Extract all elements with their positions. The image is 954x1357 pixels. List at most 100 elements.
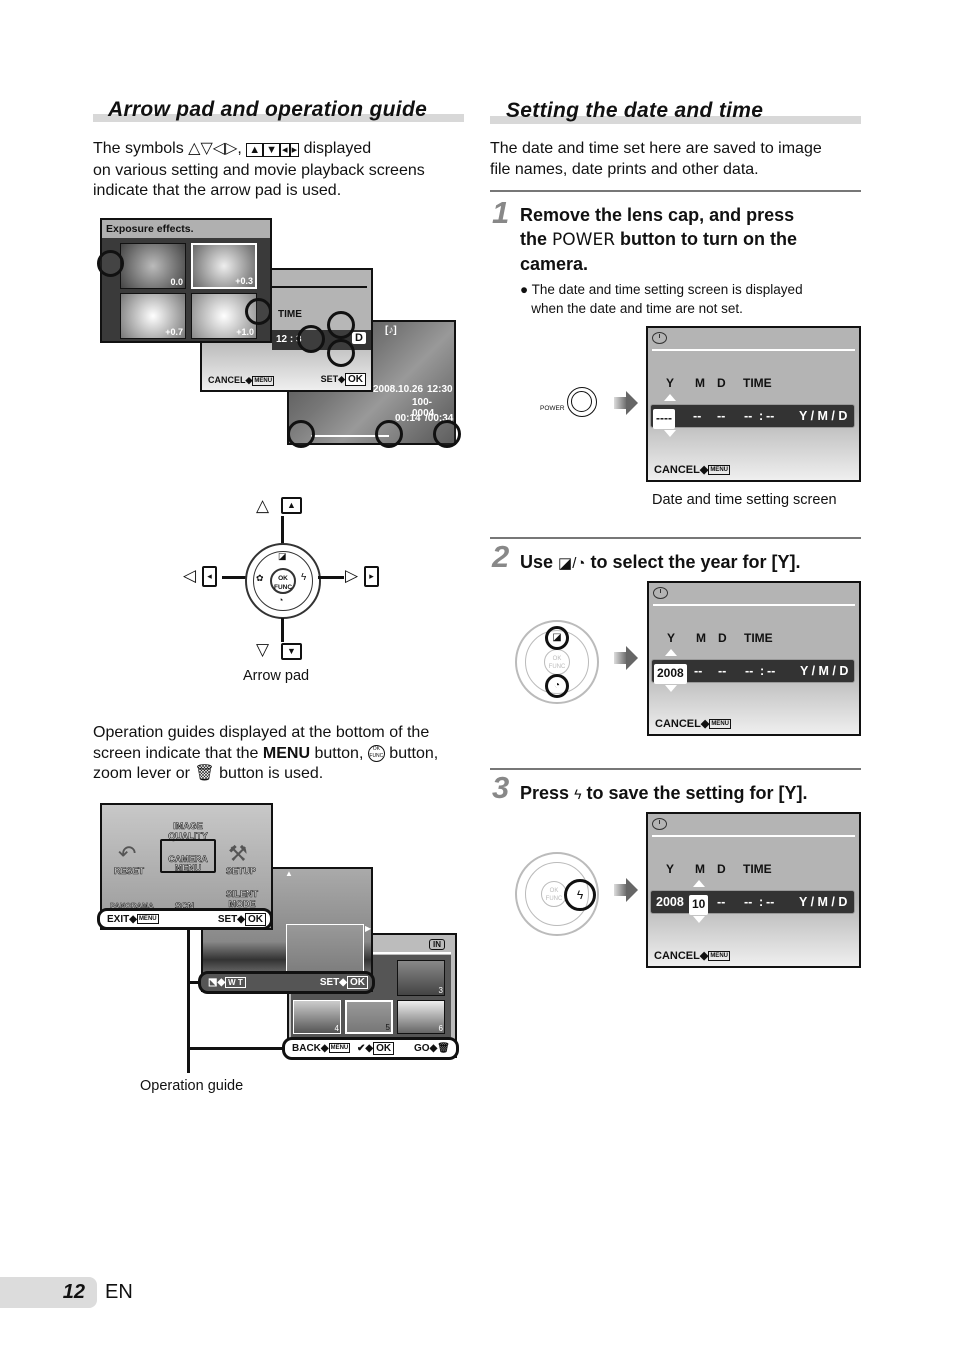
day-field[interactable]: -- xyxy=(718,664,726,678)
right-key-highlight[interactable]: ϟ xyxy=(564,879,596,911)
internal-memory-icon: IN xyxy=(429,939,445,950)
boxed-up-key-icon: ▲ xyxy=(281,497,302,514)
boxed-arrow-left-icon: ◂ xyxy=(280,143,290,157)
boxed-arrow-down-icon: ▼ xyxy=(263,143,281,157)
date-format[interactable]: Y / M / D xyxy=(800,664,848,678)
menu-item-silent-mode[interactable]: SILENT MODE xyxy=(224,889,260,910)
outline-down-icon: ▽ xyxy=(256,640,270,659)
arrow-pad-intro: The symbols △▽◁▷, ▲ ▼ ◂ ▸ displayed on vari… xyxy=(93,140,425,199)
minute-field[interactable]: -- xyxy=(767,664,775,678)
date-time-intro: The date and time set here are saved to … xyxy=(490,140,822,178)
date-format[interactable]: Y / M / D xyxy=(799,895,847,909)
boxed-down-key-icon: ▼ xyxy=(281,643,302,660)
operation-guide-caption: Operation guide xyxy=(140,1078,244,1094)
left-arrow-highlight[interactable] xyxy=(97,250,124,277)
reset-icon: ↶ xyxy=(118,841,137,866)
d-label: D xyxy=(352,332,366,344)
boxed-left-key-icon: ◂ xyxy=(202,566,217,587)
down-key-highlight[interactable]: ◔ xyxy=(545,674,569,698)
flash-key-icon: ϟ xyxy=(574,786,582,802)
rewind-button-highlight[interactable] xyxy=(287,420,315,448)
page-number-tab: 12 xyxy=(0,1277,97,1308)
right-arrow-highlight[interactable] xyxy=(245,298,272,325)
forward-button-highlight[interactable] xyxy=(375,420,403,448)
connector-line xyxy=(281,516,284,544)
date-entry-bar: ---- -- -- -- : -- Y / M / D xyxy=(650,404,855,429)
macro-icon: ✿ xyxy=(256,573,264,583)
check-icon: ✔ xyxy=(357,1043,366,1054)
increase-icon xyxy=(693,880,705,887)
step-number: 3 xyxy=(492,770,510,805)
decrease-icon xyxy=(693,916,705,923)
down-arrow-highlight[interactable] xyxy=(327,339,355,367)
arrow-right-icon xyxy=(626,391,638,415)
section-title-arrow-pad: Arrow pad and operation guide xyxy=(108,98,428,121)
menu-item-reset[interactable]: RESET xyxy=(114,866,145,877)
month-field[interactable]: -- xyxy=(693,409,701,423)
day-field[interactable]: -- xyxy=(717,895,725,909)
step-divider xyxy=(490,768,861,770)
up-indicator-icon: ▲ xyxy=(285,869,293,878)
menu-item-image-quality[interactable]: IMAGE QUALITY xyxy=(157,821,219,842)
thumb-selected[interactable]: 5 xyxy=(345,1000,393,1034)
up-key-highlight[interactable]: ◪ xyxy=(545,626,569,650)
hour-field[interactable]: -- xyxy=(745,664,753,678)
year-field[interactable]: ---- xyxy=(653,409,675,429)
menu-button-highlight[interactable] xyxy=(433,420,461,448)
minute-field[interactable]: -- xyxy=(766,895,774,909)
decrease-icon xyxy=(665,685,677,692)
date-entry-bar: 2008 10 -- -- : -- Y / M / D xyxy=(650,890,855,915)
increase-icon xyxy=(664,394,676,401)
ok-func-button[interactable]: OK FUNC xyxy=(270,568,296,594)
trash-icon: 🗑 xyxy=(437,1043,450,1054)
month-field[interactable]: 10 xyxy=(689,895,709,915)
outline-up-icon: △ xyxy=(256,496,270,515)
hour-field[interactable]: -- xyxy=(744,409,752,423)
guide-connector xyxy=(187,930,190,1073)
trim-icon: ⬔◆ W T xyxy=(208,977,246,988)
power-label: POWER xyxy=(540,405,565,412)
step3-instruction: Press ϟ to save the setting for [Y]. xyxy=(520,783,808,803)
index-operation-guide: BACK◆ MENU ✔◆ OK GO◆🗑 xyxy=(282,1037,459,1060)
month-field[interactable]: -- xyxy=(694,664,702,678)
menu-item-camera-menu[interactable]: CAMERA MENU xyxy=(160,839,216,873)
clock-icon xyxy=(652,332,667,344)
clock-icon xyxy=(653,587,668,599)
up-arrow-highlight[interactable] xyxy=(327,311,355,339)
exposure-compensation-icon: ◪ xyxy=(278,551,287,561)
self-timer-icon: ◔ xyxy=(278,595,284,605)
guide-connector xyxy=(187,981,199,984)
menu-item-setup[interactable]: SETUP xyxy=(226,866,257,877)
power-button[interactable] xyxy=(567,387,597,417)
hour-field[interactable]: -- xyxy=(744,895,752,909)
thumb[interactable]: +0.7 xyxy=(120,293,186,339)
thumb[interactable]: 0.0 xyxy=(120,243,186,289)
thumb[interactable]: 6 xyxy=(397,1000,445,1034)
setup-icon: ⚒ xyxy=(228,841,248,866)
left-arrow-highlight[interactable] xyxy=(297,325,325,353)
thumb-selected[interactable]: +0.3 xyxy=(191,243,257,289)
arrow-right-icon xyxy=(626,646,638,670)
arrow-right-icon xyxy=(626,878,638,902)
bullet-icon: ● xyxy=(520,282,529,297)
step1-instruction: Remove the lens cap, and press the POWER… xyxy=(520,205,797,274)
right-indicator-icon: ▶ xyxy=(365,924,372,933)
thumb[interactable]: 3 xyxy=(397,960,445,996)
trim-operation-guide: ⬔◆ W T SET◆ OK xyxy=(198,971,375,994)
arrow-pad-caption: Arrow pad xyxy=(243,668,310,684)
year-field[interactable]: 2008 xyxy=(656,895,684,909)
date-time-screen-step2: Y M D TIME 2008 -- -- -- : -- Y / M / D … xyxy=(647,581,861,736)
day-field[interactable]: -- xyxy=(717,409,725,423)
step-number: 1 xyxy=(492,195,510,230)
cancel-guide: CANCEL◆ MENU xyxy=(654,464,730,476)
outline-arrows-icon: △▽◁▷ xyxy=(188,140,238,157)
year-field[interactable]: 2008 xyxy=(654,664,687,684)
minute-field[interactable]: -- xyxy=(766,409,774,423)
flash-icon: ϟ xyxy=(301,572,307,583)
step1-note: ● The date and time setting screen is di… xyxy=(520,282,803,316)
date-format[interactable]: Y / M / D xyxy=(799,409,847,423)
boxed-arrows-icon: ▲ xyxy=(246,143,264,157)
thumb[interactable]: 4 xyxy=(293,1000,341,1034)
ok-func-button: OK FUNC xyxy=(544,649,570,675)
outline-left-icon: ◁ xyxy=(183,566,197,585)
